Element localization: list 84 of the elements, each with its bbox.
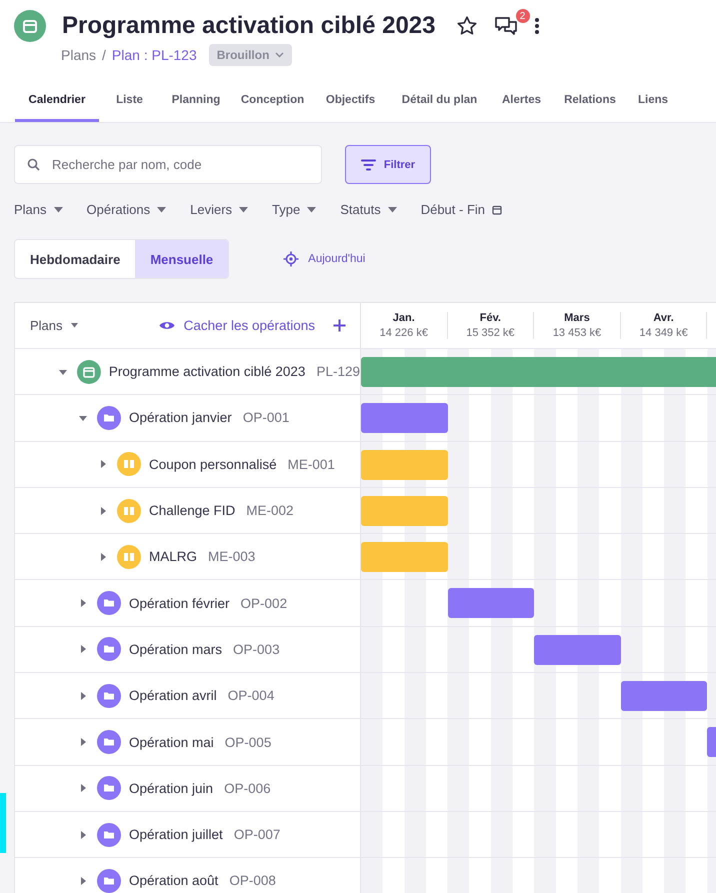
filter-dropdown[interactable]: Leviers (190, 202, 248, 217)
folder-icon (97, 730, 121, 754)
row-name[interactable]: Opération février (129, 596, 230, 611)
timeline-bar[interactable] (620, 681, 708, 712)
tab[interactable]: Relations (552, 86, 628, 122)
month-amount: 14 349 k€ (639, 327, 688, 339)
search-icon (27, 158, 40, 171)
folder-icon (97, 776, 121, 800)
folder-icon (97, 637, 121, 662)
target-icon (283, 251, 300, 267)
tab[interactable]: Planning (160, 86, 232, 122)
filter-dropdown[interactable]: Type (272, 202, 316, 217)
row-code: OP-004 (228, 688, 274, 704)
row-name[interactable]: Opération mai (129, 734, 214, 750)
row-code: ME-003 (208, 549, 256, 564)
tab[interactable]: Conception (232, 86, 313, 122)
view-toggle[interactable]: Mensuelle (135, 240, 228, 278)
folder-icon (97, 684, 121, 708)
collapse-caret-icon[interactable] (79, 414, 89, 422)
breadcrumb-separator: / (102, 47, 106, 63)
tab[interactable]: Alertes (491, 86, 552, 122)
breadcrumb-link[interactable]: Plan : PL-123 (112, 47, 197, 63)
search-field[interactable]: Recherche par nom, code (14, 145, 322, 184)
tab[interactable]: Détail du plan (388, 86, 491, 122)
timeline-bar[interactable] (448, 588, 534, 618)
filter-dropdown[interactable]: Statuts (340, 202, 397, 217)
caret-icon (157, 206, 166, 212)
calendar-icon (14, 10, 46, 42)
month-amount: 14 226 k€ (380, 327, 428, 339)
month-label: Avr. (653, 312, 674, 324)
folder-icon (97, 822, 121, 847)
row-code: OP-008 (229, 873, 276, 888)
row-name[interactable]: Opération août (129, 873, 218, 888)
row-name[interactable]: MALRG (149, 549, 198, 564)
row-name[interactable]: Challenge FID (149, 503, 236, 518)
chevron-icon (275, 52, 284, 58)
caret-icon (307, 206, 316, 212)
filter-icon (360, 158, 376, 170)
tab[interactable]: Liste (99, 86, 160, 122)
breadcrumb-link[interactable]: Plans (61, 47, 96, 63)
row-name[interactable]: Coupon personnalisé (149, 456, 277, 472)
hide-operations-link[interactable]: Cacher les opérations (158, 318, 315, 333)
filter-dropdown[interactable]: Opérations (86, 202, 166, 217)
filter-dropdown[interactable]: Plans (14, 202, 63, 217)
month-amount: 15 352 k€ (466, 327, 515, 339)
row-name[interactable]: Opération juin (129, 780, 214, 796)
page-title: Programme activation ciblé 2023 (62, 12, 436, 40)
row-code: OP-003 (233, 642, 280, 657)
caret-icon (239, 206, 248, 212)
row-code: PL-129 (316, 364, 360, 380)
eye-icon (158, 320, 175, 331)
row-code: OP-005 (224, 734, 272, 750)
row-name[interactable]: Opération juillet (129, 827, 223, 842)
month-label: Fév. (480, 312, 501, 324)
row-name[interactable]: Opération mars (129, 642, 222, 657)
column-header[interactable]: Plans (30, 318, 78, 333)
tab[interactable]: Liens (628, 86, 678, 122)
tab[interactable]: Calendrier (15, 86, 99, 122)
row-code: OP-001 (242, 410, 290, 426)
month-amount: 13 453 k€ (552, 327, 602, 339)
today-button[interactable]: Aujourd'hui (277, 250, 372, 268)
row-name[interactable]: Opération avril (129, 688, 217, 704)
notification-badge: 2 (516, 9, 530, 23)
collapse-caret-icon[interactable] (59, 368, 69, 376)
tab[interactable]: Objectifs (313, 86, 388, 122)
caret-icon (388, 206, 397, 212)
row-code: ME-001 (288, 456, 335, 472)
filter-dropdown[interactable]: Début - Fin (420, 202, 502, 217)
folder-icon (97, 406, 121, 430)
caret-icon (54, 206, 63, 212)
month-label: Jan. (392, 312, 415, 324)
folder-icon (97, 591, 121, 616)
row-code: OP-007 (234, 827, 280, 842)
edge-marker (0, 793, 6, 853)
caret-icon (70, 323, 78, 328)
calendar-icon (492, 204, 502, 214)
row-code: ME-002 (246, 503, 294, 518)
month-label: Mars (564, 312, 590, 324)
row-code: OP-002 (240, 596, 288, 611)
row-code: OP-006 (224, 780, 271, 796)
filter-button[interactable]: Filtrer (345, 145, 431, 184)
row-name[interactable]: Opération janvier (129, 410, 232, 426)
row-name[interactable]: Programme activation ciblé 2023 (108, 364, 306, 380)
calendar-icon (76, 360, 101, 384)
